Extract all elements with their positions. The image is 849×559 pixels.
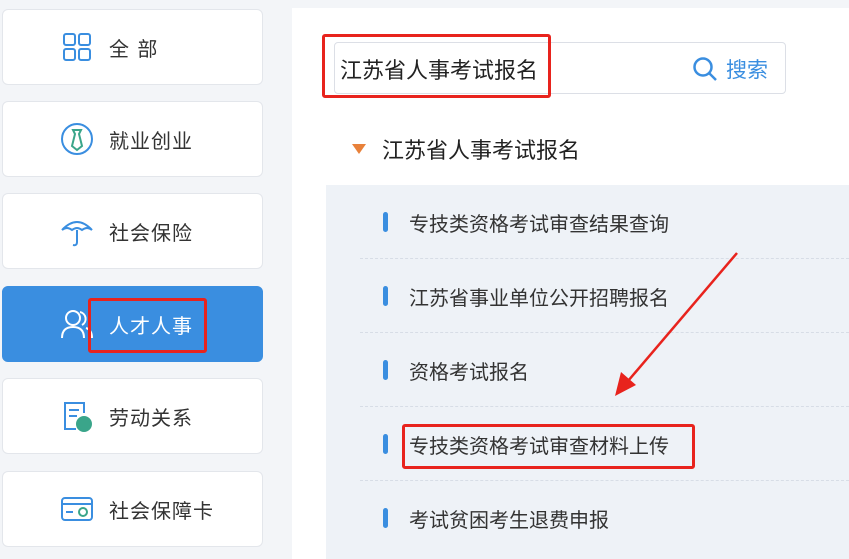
list-item-label: 资格考试报名 [409, 360, 529, 384]
category-social-security-card[interactable]: 社会保障卡 [2, 471, 263, 547]
list-item[interactable]: 专技类资格考试审查结果查询 [326, 185, 849, 259]
list-item-label: 专技类资格考试审查结果查询 [409, 212, 669, 236]
document-star-icon [59, 398, 95, 434]
bullet-bar [383, 360, 388, 380]
search-button[interactable]: 搜索 [692, 54, 768, 84]
search-button-label: 搜索 [726, 58, 768, 82]
category-labor-relations[interactable]: 劳动关系 [2, 378, 263, 454]
bullet-bar [383, 212, 388, 232]
category-label: 劳动关系 [109, 405, 193, 430]
tie-icon [59, 121, 95, 157]
list-item[interactable]: 江苏省事业单位公开招聘报名 [326, 259, 849, 333]
category-label: 就业创业 [109, 128, 193, 153]
category-social-insurance[interactable]: 社会保险 [2, 193, 263, 269]
grid-icon [59, 29, 95, 65]
search-icon [693, 57, 717, 81]
bullet-bar [383, 286, 388, 306]
list-item-label: 考试贫困考生退费申报 [409, 508, 609, 532]
list-item-label: 江苏省事业单位公开招聘报名 [409, 286, 669, 310]
category-sidebar: 全 部 就业创业 社会保险 人才人事 劳动关系 社会保障卡 [0, 0, 272, 559]
section-header[interactable]: 江苏省人事考试报名 [352, 133, 580, 165]
category-label: 社会保险 [109, 220, 193, 245]
bullet-bar [383, 508, 388, 528]
bullet-bar [383, 434, 388, 454]
annotation-search-highlight [322, 34, 551, 98]
annotation-category-highlight [88, 298, 207, 353]
category-label: 全 部 [109, 36, 159, 61]
list-item[interactable]: 资格考试报名 [326, 333, 849, 407]
category-label: 社会保障卡 [109, 498, 214, 523]
category-all[interactable]: 全 部 [2, 9, 263, 85]
annotation-item-highlight [402, 424, 695, 469]
card-icon [59, 491, 95, 527]
category-employment[interactable]: 就业创业 [2, 101, 263, 177]
caret-down-icon [352, 144, 366, 154]
list-item[interactable]: 考试贫困考生退费申报 [326, 481, 849, 555]
service-list: 专技类资格考试审查结果查询 江苏省事业单位公开招聘报名 资格考试报名 专技类资格… [326, 185, 849, 559]
umbrella-icon [59, 213, 95, 249]
section-title: 江苏省人事考试报名 [382, 139, 581, 164]
